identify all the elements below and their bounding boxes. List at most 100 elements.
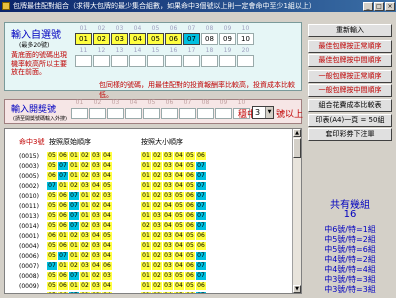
- cost-compare-button[interactable]: 組合花費成本比較表: [308, 99, 392, 112]
- number-chip: 07: [196, 212, 206, 220]
- select-subtitle: (最多20號): [19, 42, 50, 49]
- print-ticket-button[interactable]: 套印彩券下注單: [308, 128, 392, 141]
- remove-number-cell[interactable]: [89, 108, 106, 119]
- col-original-header: 按照原始順序: [49, 138, 91, 146]
- number-cell[interactable]: [75, 55, 92, 67]
- best-normal-button[interactable]: 最佳包牌按正常順序: [308, 40, 392, 53]
- number-cell[interactable]: 08: [201, 33, 218, 45]
- number-chip: 03: [91, 152, 101, 160]
- number-cell[interactable]: [183, 55, 200, 67]
- number-cell[interactable]: 07: [183, 33, 200, 45]
- number-cell[interactable]: [219, 55, 236, 67]
- number-cell[interactable]: 04: [129, 33, 146, 45]
- remove-number-cell[interactable]: [143, 108, 160, 119]
- remove-number-cell[interactable]: [179, 108, 196, 119]
- number-cell[interactable]: [165, 55, 182, 67]
- number-chip: 04: [163, 292, 173, 293]
- list-item: (0007) 07 01 02 03 04 06 01 02 03 04 06 07: [19, 261, 206, 271]
- number-chip: 07: [196, 292, 206, 293]
- number-cell[interactable]: [111, 55, 128, 67]
- number-chip: 04: [174, 182, 184, 190]
- number-chip: 07: [58, 252, 68, 260]
- number-cell[interactable]: [237, 55, 254, 67]
- maximize-button[interactable]: □: [374, 1, 384, 11]
- scroll-up-icon[interactable]: ▲: [293, 129, 301, 137]
- number-chip: 01: [141, 232, 151, 240]
- remove-number-cell[interactable]: [71, 108, 88, 119]
- row-index: (0003): [19, 162, 39, 170]
- number-cell[interactable]: [201, 55, 218, 67]
- number-chip: 01: [58, 232, 68, 240]
- number-label: 03: [115, 25, 124, 32]
- number-cell[interactable]: 03: [111, 33, 128, 45]
- number-grid-row-1: 01 02 03 04 05 06 07 08 09 10: [75, 33, 255, 45]
- scroll-down-icon[interactable]: ▼: [293, 285, 301, 293]
- number-chip: 02: [80, 282, 90, 290]
- minimize-button[interactable]: _: [363, 1, 373, 11]
- normal-normal-button[interactable]: 一般包牌按正常順序: [308, 70, 392, 83]
- list-item: (0011) 05 06 07 01 02 04 01 02 04 05 06 07: [19, 201, 206, 211]
- close-button[interactable]: ×: [385, 1, 395, 11]
- sorted-set: 01 02 03 04 05 06: [141, 152, 207, 160]
- row-index: (0006): [19, 252, 39, 260]
- original-set: 07 01 02 03 04 05: [47, 182, 113, 190]
- number-chip: 02: [152, 242, 162, 250]
- remove-number-cell[interactable]: [161, 108, 178, 119]
- number-chip: 06: [58, 222, 68, 230]
- remove-number-cell[interactable]: [125, 108, 142, 119]
- number-cell[interactable]: 06: [165, 33, 182, 45]
- normal-middle-button[interactable]: 一般包牌按中間順序: [308, 84, 392, 97]
- original-set: 05 06 07 02 03 04: [47, 222, 113, 230]
- chevron-down-icon[interactable]: ▼: [265, 107, 273, 118]
- number-chip: 04: [174, 172, 184, 180]
- number-chip: 03: [91, 222, 101, 230]
- number-chip: 07: [196, 182, 206, 190]
- sorted-set: 01 02 03 05 06 07: [141, 192, 207, 200]
- number-chip: 02: [80, 162, 90, 170]
- number-chip: 01: [69, 242, 79, 250]
- number-cell[interactable]: [129, 55, 146, 67]
- print-button[interactable]: 印表(A4)一頁 = 50組: [308, 114, 392, 127]
- number-chip: 03: [102, 192, 112, 200]
- scroll-thumb[interactable]: [293, 138, 301, 158]
- best-middle-button[interactable]: 最佳包牌按中間順序: [308, 54, 392, 67]
- number-chip: 01: [141, 152, 151, 160]
- number-label: 12: [97, 47, 106, 54]
- number-cell[interactable]: 05: [147, 33, 164, 45]
- remove-number-cell[interactable]: [215, 108, 232, 119]
- number-cell[interactable]: 02: [93, 33, 110, 45]
- number-chip: 03: [163, 172, 173, 180]
- number-cell[interactable]: 01: [75, 33, 92, 45]
- reinput-button[interactable]: 重新輸入: [308, 24, 392, 37]
- number-chip: 03: [163, 162, 173, 170]
- number-cell[interactable]: 09: [219, 33, 236, 45]
- number-chip: 05: [47, 222, 57, 230]
- number-chip: 04: [102, 252, 112, 260]
- remove-number-cell[interactable]: [107, 108, 124, 119]
- number-chip: 04: [174, 242, 184, 250]
- number-chip: 06: [58, 192, 68, 200]
- number-chip: 01: [141, 262, 151, 270]
- sorted-set: 01 02 03 05 06 07: [141, 272, 207, 280]
- number-chip: 04: [163, 212, 173, 220]
- hit-count-select[interactable]: 3 ▼: [252, 106, 274, 119]
- number-chip: 07: [69, 292, 79, 293]
- remove-header-row: 01 02 03 04 05 06 07 08 09 10: [71, 99, 251, 106]
- number-chip: 04: [102, 212, 112, 220]
- number-chip: 01: [141, 292, 151, 293]
- number-chip: 05: [102, 232, 112, 240]
- number-chip: 06: [185, 202, 195, 210]
- number-chip: 05: [47, 202, 57, 210]
- remove-number-label: 03: [111, 99, 120, 106]
- remove-number-cell[interactable]: [197, 108, 214, 119]
- number-chip: 02: [91, 292, 101, 293]
- number-chip: 02: [152, 252, 162, 260]
- number-cell[interactable]: [147, 55, 164, 67]
- number-chip: 02: [80, 252, 90, 260]
- number-chip: 02: [152, 152, 162, 160]
- number-cell[interactable]: [93, 55, 110, 67]
- number-cell[interactable]: 10: [237, 33, 254, 45]
- sorted-set: 01 02 03 04 05 07: [141, 162, 207, 170]
- number-label: 05: [151, 25, 160, 32]
- list-scrollbar[interactable]: ▲ ▼: [292, 129, 301, 293]
